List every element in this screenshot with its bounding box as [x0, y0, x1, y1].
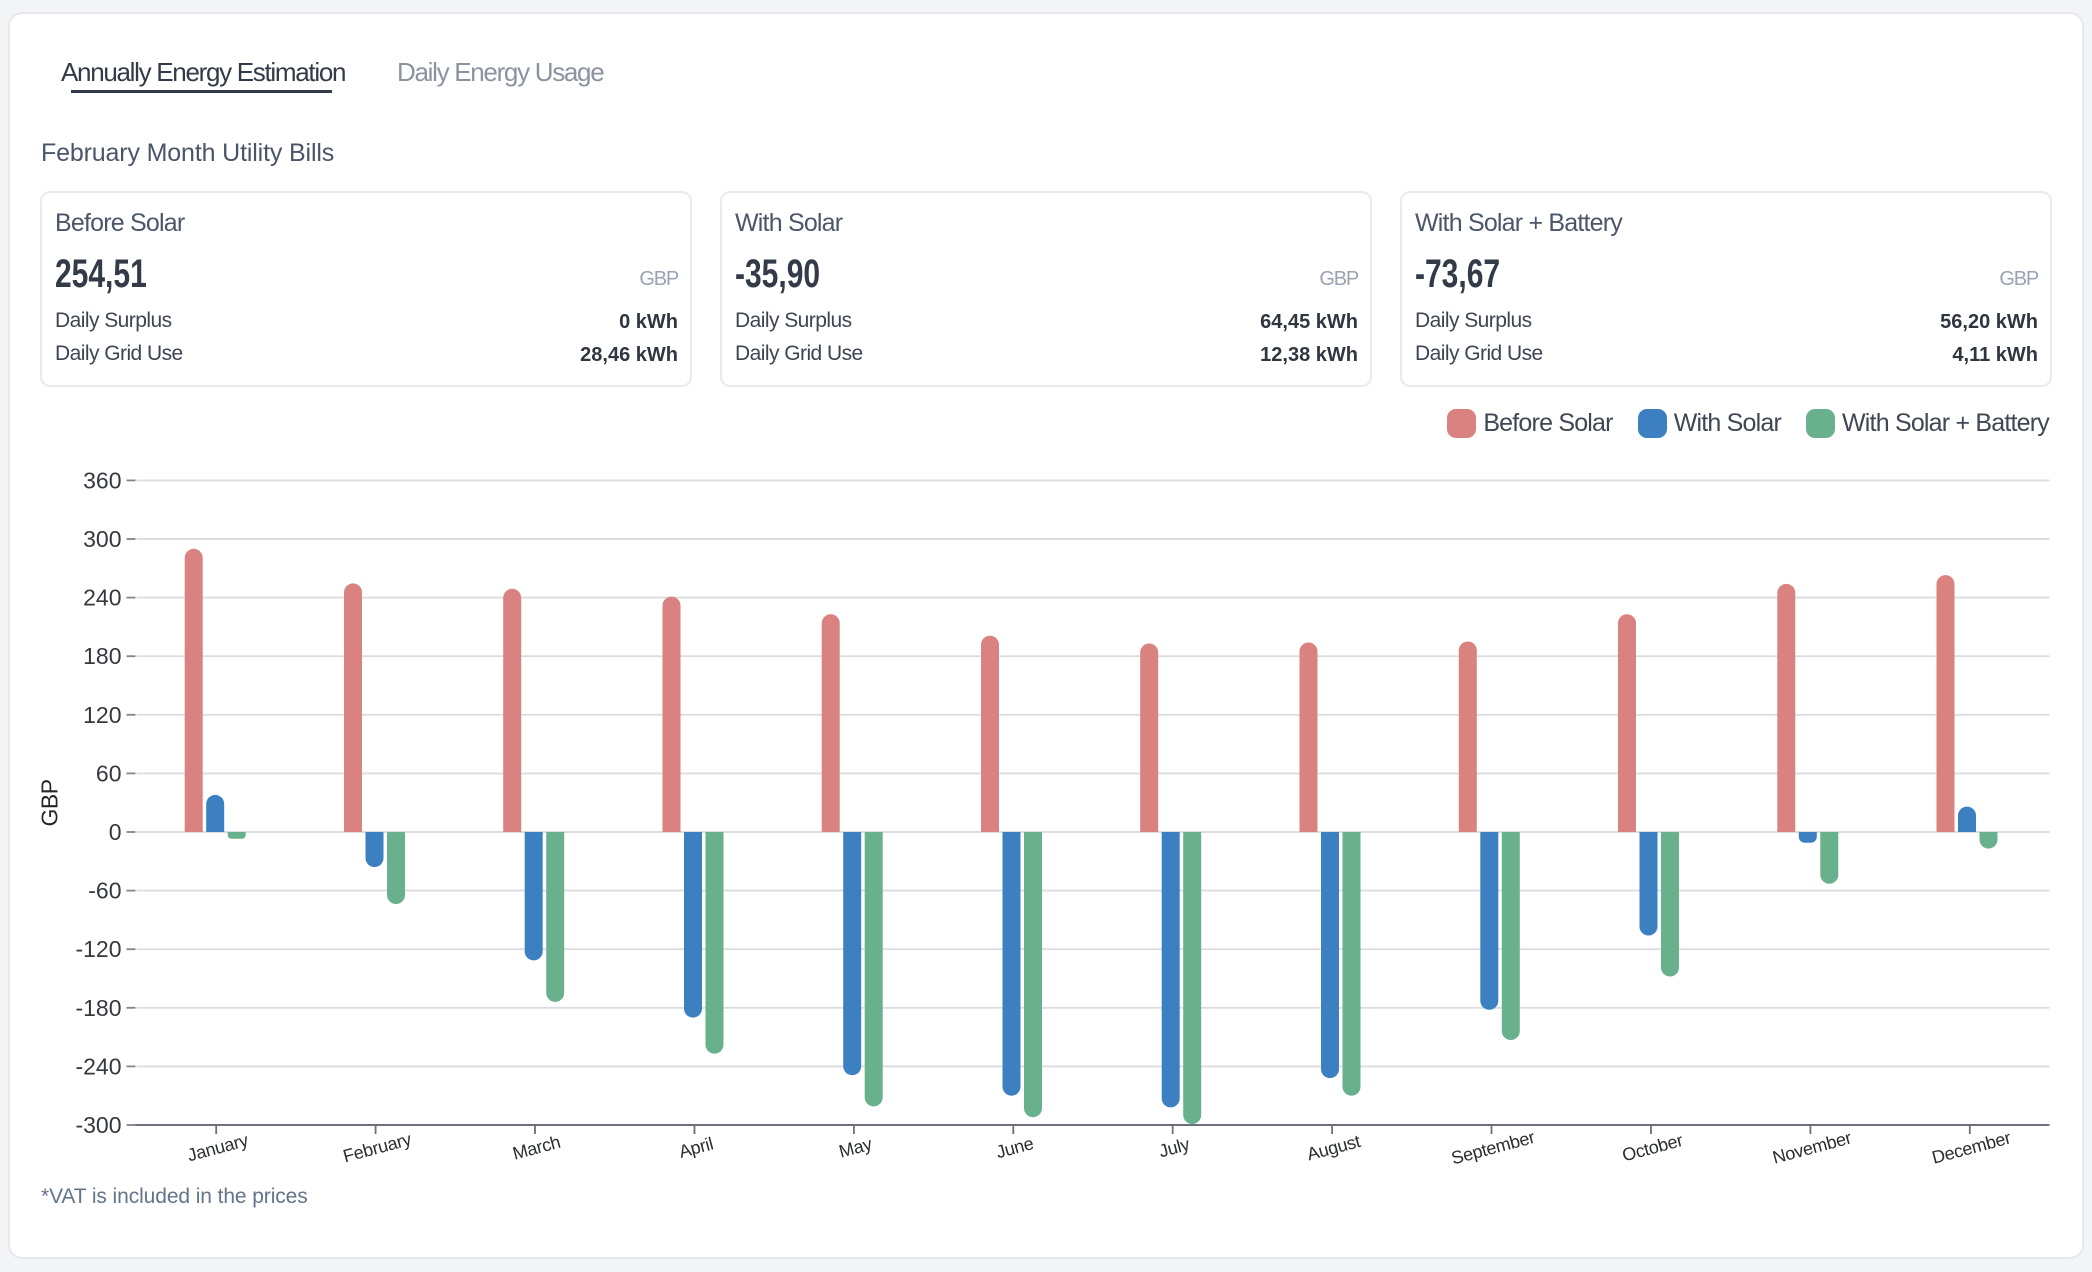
svg-text:April: April — [677, 1134, 716, 1162]
svg-text:September: September — [1449, 1127, 1537, 1168]
svg-text:-300: -300 — [75, 1112, 121, 1138]
svg-text:February: February — [341, 1129, 414, 1166]
svg-text:-180: -180 — [75, 995, 121, 1021]
svg-text:July: July — [1157, 1134, 1192, 1161]
svg-text:-120: -120 — [75, 936, 121, 962]
svg-text:180: 180 — [83, 643, 121, 669]
svg-text:October: October — [1620, 1130, 1685, 1165]
svg-text:120: 120 — [83, 702, 121, 728]
svg-text:June: June — [994, 1133, 1036, 1162]
svg-text:December: December — [1930, 1128, 2013, 1168]
svg-text:August: August — [1305, 1131, 1363, 1164]
svg-text:360: 360 — [83, 467, 121, 493]
svg-text:March: March — [510, 1132, 562, 1164]
svg-text:-240: -240 — [75, 1053, 121, 1079]
svg-text:GBP: GBP — [37, 779, 63, 826]
svg-text:May: May — [837, 1134, 874, 1162]
svg-text:November: November — [1770, 1128, 1853, 1168]
svg-text:300: 300 — [83, 526, 121, 552]
svg-text:240: 240 — [83, 585, 121, 611]
svg-text:January: January — [185, 1130, 250, 1165]
svg-text:60: 60 — [96, 760, 122, 786]
svg-text:0: 0 — [109, 819, 122, 845]
svg-text:-60: -60 — [88, 878, 121, 904]
